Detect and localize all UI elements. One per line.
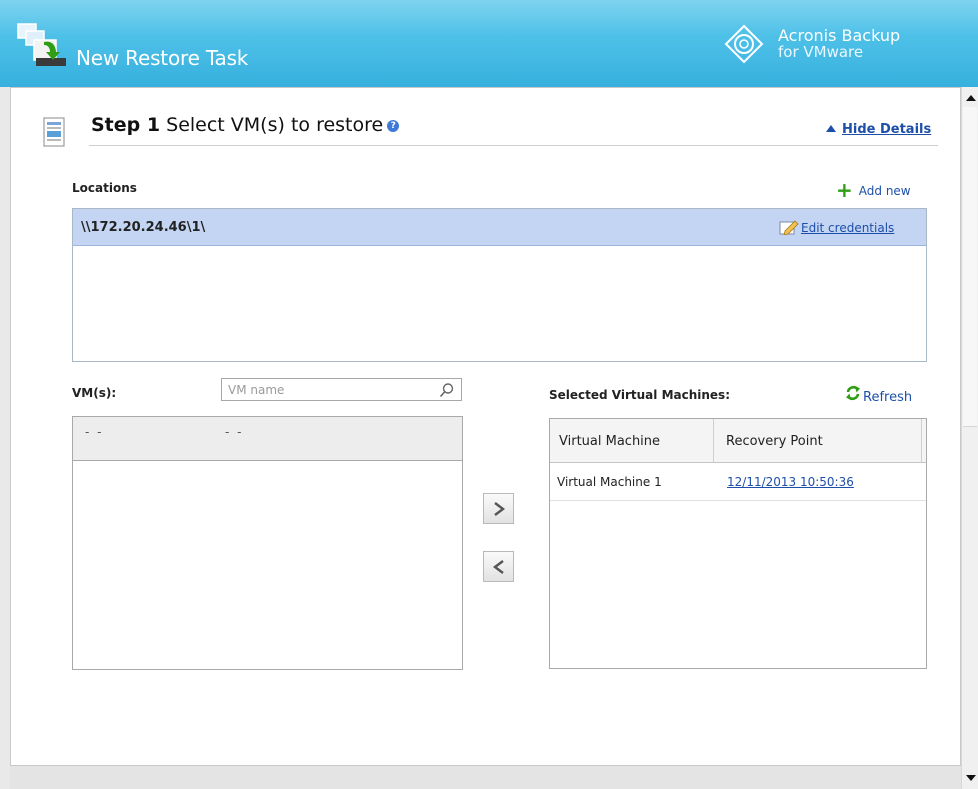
column-header-recovery-point[interactable]: Recovery Point xyxy=(714,419,922,462)
step-heading: Select VM(s) to restore xyxy=(166,114,384,136)
remove-vm-button[interactable] xyxy=(483,551,514,582)
help-icon[interactable]: ? xyxy=(387,120,400,132)
vm-name-cell: Virtual Machine 1 xyxy=(557,475,662,489)
hide-details-link[interactable]: Hide Details xyxy=(826,122,931,137)
scrollbar-thumb[interactable] xyxy=(963,107,977,427)
pencil-icon xyxy=(779,219,799,236)
selected-vms-grid: Virtual Machine Recovery Point Virtual M… xyxy=(549,418,927,669)
selected-vms-label: Selected Virtual Machines: xyxy=(549,388,730,402)
bottom-strip xyxy=(10,766,961,789)
search-icon[interactable] xyxy=(439,382,455,398)
restore-task-icon xyxy=(16,22,70,68)
recovery-point-link[interactable]: 12/11/2013 10:50:36 xyxy=(727,475,854,489)
vm-list-header-col1: - - xyxy=(85,425,104,439)
edit-credentials-link[interactable]: Edit credentials xyxy=(779,219,895,236)
brand: Acronis Backup for VMware xyxy=(722,24,962,68)
collapse-triangle-icon xyxy=(826,125,836,132)
window-title: New Restore Task xyxy=(76,46,249,70)
locations-list: \\172.20.24.46\1\ Edit credentials xyxy=(72,208,927,362)
plus-icon: + xyxy=(836,178,853,202)
acronis-logo-icon xyxy=(722,24,766,64)
location-row[interactable]: \\172.20.24.46\1\ Edit credentials xyxy=(73,209,926,246)
vm-search-box xyxy=(221,378,462,401)
step-number: Step 1 xyxy=(91,114,161,136)
table-row[interactable]: Virtual Machine 1 12/11/2013 10:50:36 xyxy=(550,463,926,501)
refresh-label: Refresh xyxy=(863,390,913,405)
step-divider xyxy=(89,145,938,146)
chevron-right-icon xyxy=(494,502,505,516)
vms-label: VM(s): xyxy=(72,386,117,400)
edit-credentials-label: Edit credentials xyxy=(801,221,895,235)
add-vm-button[interactable] xyxy=(483,493,514,524)
scroll-down-icon[interactable] xyxy=(966,775,976,781)
add-new-location-button[interactable]: + Add new xyxy=(836,178,911,202)
vm-search-input[interactable] xyxy=(228,381,428,398)
refresh-button[interactable]: Refresh xyxy=(844,384,912,405)
scroll-up-icon[interactable] xyxy=(966,95,976,101)
locations-label: Locations xyxy=(72,181,137,195)
vertical-scrollbar[interactable] xyxy=(961,87,978,789)
title-bar: New Restore Task Acronis Backup for VMwa… xyxy=(0,0,978,87)
chevron-left-icon xyxy=(493,560,504,574)
document-icon xyxy=(42,110,68,154)
column-header-virtual-machine[interactable]: Virtual Machine xyxy=(550,419,714,462)
step-title: Step 1 Select VM(s) to restore? xyxy=(91,114,400,136)
vm-list: - - - - xyxy=(72,416,463,670)
selected-vms-header: Virtual Machine Recovery Point xyxy=(550,419,926,463)
location-path: \\172.20.24.46\1\ xyxy=(81,220,206,235)
add-new-label: Add new xyxy=(858,184,911,198)
vm-list-header-col2: - - xyxy=(225,425,244,439)
refresh-icon xyxy=(846,385,860,401)
brand-product: for VMware xyxy=(778,43,864,61)
vm-list-header: - - - - xyxy=(73,417,462,461)
hide-details-label: Hide Details xyxy=(842,122,932,137)
